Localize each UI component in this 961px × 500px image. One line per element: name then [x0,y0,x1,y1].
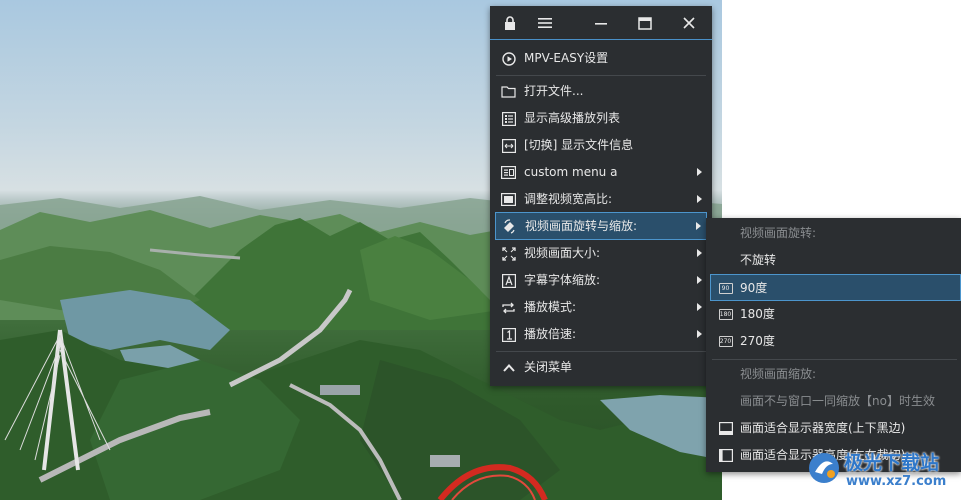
submenu-item-label: 90度 [740,281,768,295]
menu-item-subtitle-font[interactable]: 字幕字体缩放: [490,267,712,294]
playlist-icon [501,111,516,126]
menu-item-close-menu[interactable]: 关闭菜单 [490,354,712,381]
submenu-item-label: 180度 [740,307,775,321]
close-icon[interactable] [679,13,699,33]
menu-item-label: 视频画面大小: [524,246,601,260]
rotate-270-icon: 270 [718,336,733,347]
menu-item-label: MPV-EASY设置 [524,51,609,65]
menu-item-play-mode[interactable]: 播放模式: [490,294,712,321]
menu-item-label: 打开文件... [524,84,584,98]
menu-divider [496,75,706,76]
menu-item-rotate-scale[interactable]: 视频画面旋转与缩放: [495,212,707,240]
menu-item-custom-menu[interactable]: custom menu a [490,159,712,186]
submenu-arrow-icon [697,195,702,203]
subtitle-font-icon [501,273,516,288]
submenu-item-fit-width[interactable]: 画面适合显示器宽度(上下黑边) [706,415,961,442]
custom-menu-icon [501,165,516,180]
menu-titlebar [490,6,712,40]
submenu-header-label: 视频画面缩放: [740,367,817,381]
menu-item-label: 字幕字体缩放: [524,273,601,287]
site-watermark: 极光下载站 www.xz7.com [806,446,956,496]
fit-width-icon [718,421,733,436]
submenu-arrow-icon [696,222,701,230]
menu-item-label: 关闭菜单 [524,360,573,374]
menu-item-label: 调整视频宽高比: [524,192,613,206]
play-mode-icon [501,300,516,315]
submenu-header-scale: 视频画面缩放: [706,361,961,388]
video-size-icon [501,246,516,261]
menu-item-label: 显示高级播放列表 [524,111,621,125]
menu-item-settings[interactable]: MPV-EASY设置 [490,45,712,72]
chevron-up-icon [501,360,516,375]
menu-item-label: 播放倍速: [524,327,577,341]
menu-item-label: [切换] 显示文件信息 [524,138,634,152]
submenu-item-rotate-90[interactable]: 90 90度 [710,274,961,301]
menu-divider [496,351,706,352]
lock-icon[interactable] [500,13,520,33]
submenu-arrow-icon [697,303,702,311]
submenu-item-rotate-270[interactable]: 270 270度 [706,328,961,355]
play-circle-icon [501,51,516,66]
submenu-item-rotate-180[interactable]: 180 180度 [706,301,961,328]
submenu-item-no-rotate[interactable]: 不旋转 [706,247,961,274]
minimize-icon[interactable] [591,13,611,33]
rotate-90-icon: 90 [718,281,733,296]
submenu-arrow-icon [697,276,702,284]
menu-item-play-speed[interactable]: 播放倍速: [490,321,712,348]
menu-item-file-info[interactable]: [切换] 显示文件信息 [490,132,712,159]
rotate-scale-icon [502,219,517,234]
rotate-scale-submenu: 视频画面旋转: 不旋转 90 90度 180 180度 270 270度 视频画… [706,218,961,472]
aspect-ratio-icon [501,192,516,207]
submenu-arrow-icon [697,330,702,338]
watermark-title: 极光下载站 [844,452,940,474]
submenu-arrow-icon [697,249,702,257]
toggle-info-icon [501,138,516,153]
menu-item-label: 播放模式: [524,300,577,314]
menu-item-aspect-ratio[interactable]: 调整视频宽高比: [490,186,712,213]
fit-height-icon [718,448,733,463]
menu-item-label: 视频画面旋转与缩放: [525,219,638,233]
submenu-divider [712,359,957,360]
menu-item-playlist[interactable]: 显示高级播放列表 [490,105,712,132]
hamburger-icon[interactable] [535,13,555,33]
submenu-header-rotate: 视频画面旋转: [706,220,961,247]
context-menu: MPV-EASY设置 打开文件... 显示高级播放列表 [切换] 显示文件信息 … [490,6,712,386]
submenu-item-label: 画面不与窗口一同缩放【no】时生效 [740,394,935,408]
submenu-arrow-icon [697,168,702,176]
menu-item-open-file[interactable]: 打开文件... [490,78,712,105]
watermark-logo-icon [809,453,839,483]
submenu-header-label: 视频画面旋转: [740,226,817,240]
submenu-item-no-scale: 画面不与窗口一同缩放【no】时生效 [706,388,961,415]
rotate-180-icon: 180 [718,309,733,320]
play-speed-icon [501,327,516,342]
menu-item-label: custom menu a [524,165,618,179]
watermark-url: www.xz7.com [846,474,947,489]
folder-icon [501,84,516,99]
submenu-item-label: 画面适合显示器宽度(上下黑边) [740,421,906,435]
submenu-item-label: 270度 [740,334,775,348]
maximize-icon[interactable] [635,13,655,33]
menu-item-video-size[interactable]: 视频画面大小: [490,240,712,267]
submenu-item-label: 不旋转 [740,253,777,267]
